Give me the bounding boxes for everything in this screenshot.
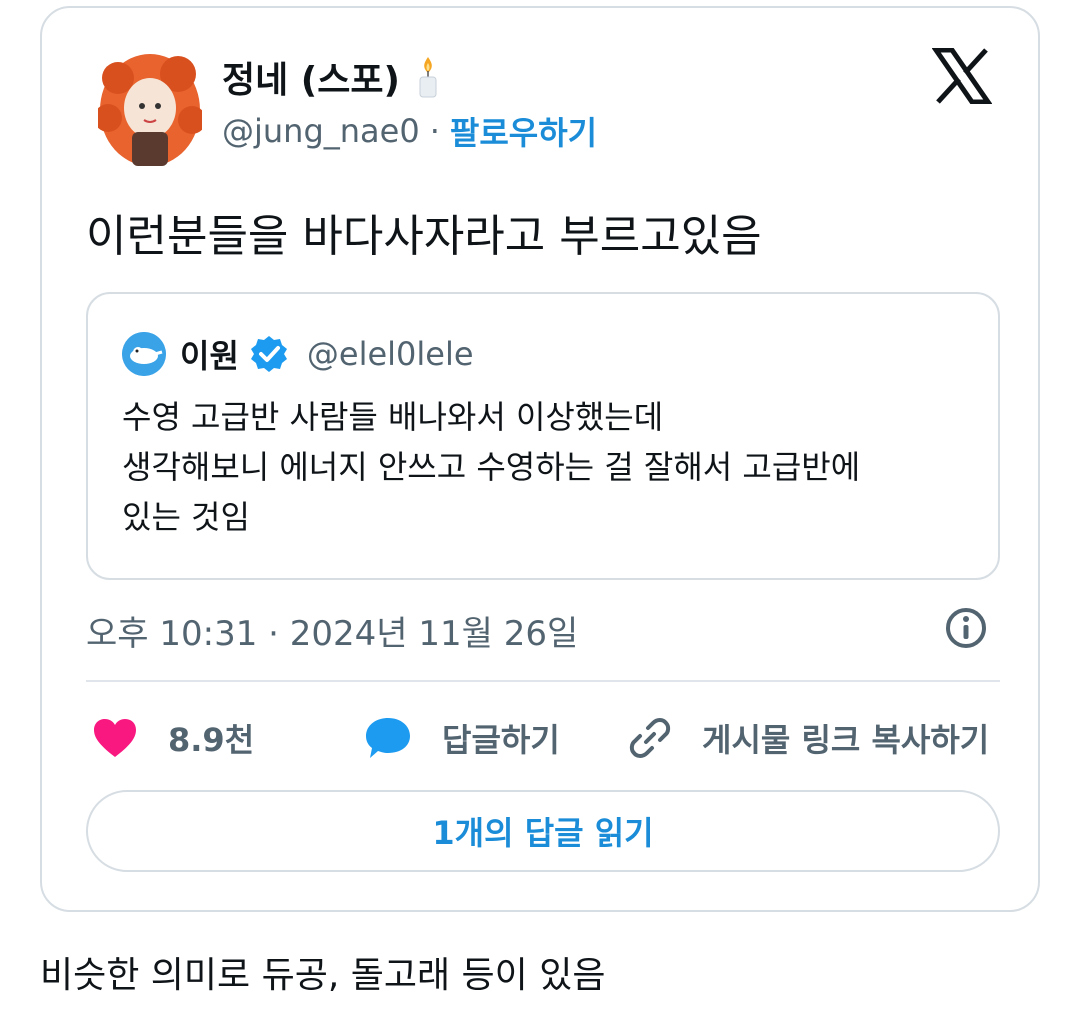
follow-button[interactable]: 팔로우하기 [450, 108, 597, 154]
quoted-author-handle: @elel0lele [306, 335, 474, 373]
tweet-card: 정네 (스포) @jung_nae0 · 팔로우하기 이런분들을 바다사자라고 … [40, 6, 1040, 912]
quoted-text-line: 있는 것임 [122, 498, 250, 536]
author-handle[interactable]: @jung_nae0 [222, 112, 420, 150]
reply-label: 답글하기 [442, 721, 560, 759]
divider [86, 680, 1000, 682]
author-name[interactable]: 정네 (스포) [222, 51, 400, 103]
verified-badge-icon [250, 336, 287, 372]
read-replies-label: 1개의 답글 읽기 [432, 814, 654, 852]
copy-link-label: 게시물 링크 복사하기 [702, 721, 990, 759]
quoted-text: 수영 고급반 사람들 배나와서 이상했는데 생각해보니 에너지 안쓰고 수영하는… [122, 392, 982, 542]
like-count: 8.9천 [168, 721, 255, 759]
quoted-tweet[interactable]: 이원 @elel0lele 수영 고급반 사람들 배나와서 이상했는데 생각해보… [86, 292, 1000, 580]
x-logo-icon[interactable] [932, 48, 992, 104]
quoted-text-line: 생각해보니 에너지 안쓰고 수영하는 걸 잘해서 고급반에 [122, 448, 861, 486]
quoted-header: 이원 @elel0lele [122, 332, 474, 376]
reply-bubble-icon [366, 718, 410, 758]
quoted-avatar[interactable] [122, 332, 166, 376]
link-icon [629, 718, 671, 758]
action-bar: 8.9천 답글하기 게시물 링크 복사하기 [92, 708, 1002, 768]
author-name-row: 정네 (스포) [222, 52, 442, 102]
tweet-text: 이런분들을 바다사자라고 부르고있음 [86, 211, 762, 262]
quoted-author-name: 이원 [180, 337, 239, 375]
candle-icon [419, 57, 437, 98]
author-avatar[interactable] [98, 48, 202, 168]
read-replies-button[interactable]: 1개의 답글 읽기 [86, 790, 1000, 872]
quoted-text-line: 수영 고급반 사람들 배나와서 이상했는데 [122, 398, 664, 436]
caption-text: 비슷한 의미로 듀공, 돌고래 등이 있음 [40, 955, 606, 996]
author-handle-row: @jung_nae0 · 팔로우하기 [222, 108, 597, 154]
copy-link-button[interactable]: 게시물 링크 복사하기 [626, 708, 989, 768]
info-icon[interactable] [944, 606, 988, 650]
tweet-timestamp[interactable]: 오후 10:31 · 2024년 11월 26일 [86, 606, 578, 655]
separator-dot: · [429, 112, 440, 150]
heart-icon [94, 719, 136, 757]
like-button[interactable]: 8.9천 [92, 708, 254, 768]
reply-button[interactable]: 답글하기 [364, 708, 560, 768]
